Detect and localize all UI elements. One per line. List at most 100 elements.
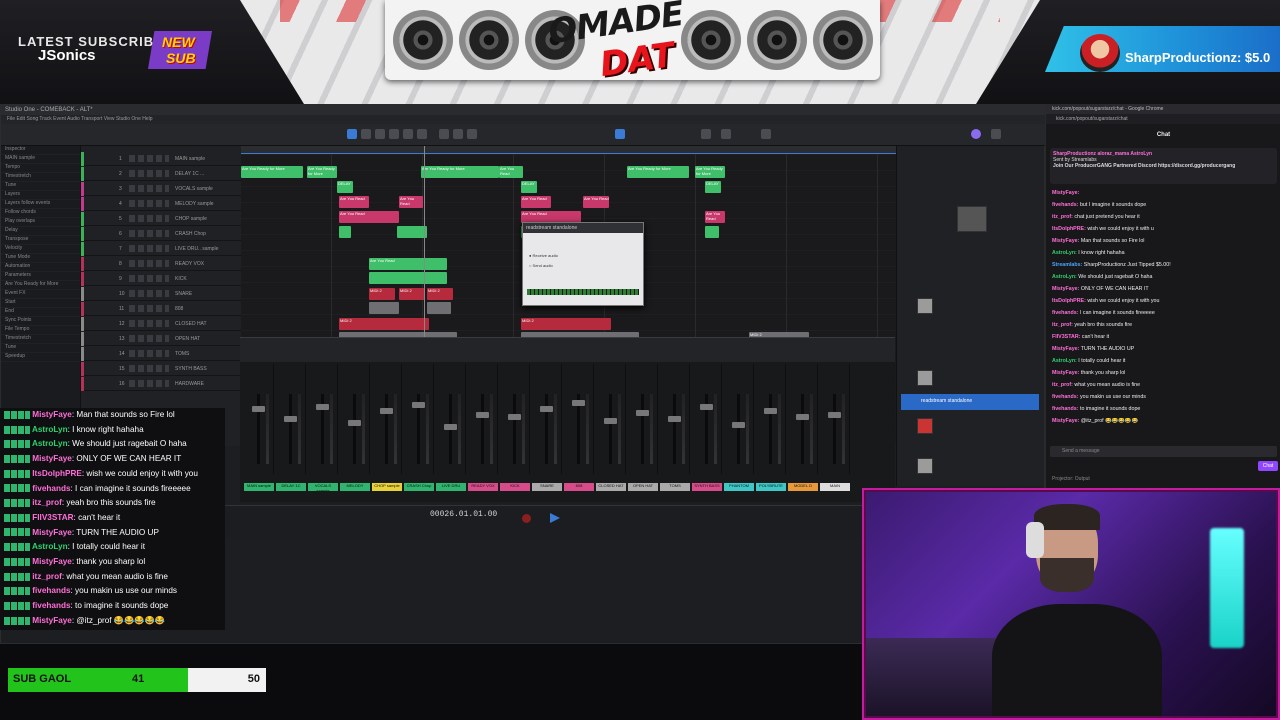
track-mute-solo-buttons[interactable] bbox=[129, 170, 169, 177]
fader-track[interactable] bbox=[385, 394, 388, 464]
track-header[interactable]: 12 CLOSED HAT bbox=[81, 317, 241, 331]
arrange-clip[interactable]: MIDI 2 bbox=[369, 288, 395, 300]
channel-label[interactable]: SYNTH BASS bbox=[692, 483, 722, 491]
track-header[interactable]: 10 SNARE bbox=[81, 287, 241, 301]
plugin-window[interactable]: readstream standalone ● Receive audio ○ … bbox=[522, 222, 644, 306]
fader-track[interactable] bbox=[833, 394, 836, 464]
fader-handle[interactable] bbox=[284, 416, 297, 422]
layout-icon[interactable] bbox=[761, 129, 771, 139]
record-button[interactable] bbox=[522, 514, 531, 523]
chat-username[interactable]: itz_prof: bbox=[1052, 382, 1073, 388]
channel-label[interactable]: OPEN HAT bbox=[628, 483, 658, 491]
track-mute-solo-buttons[interactable] bbox=[129, 260, 169, 267]
fader-handle[interactable] bbox=[668, 416, 681, 422]
track-mute-solo-buttons[interactable] bbox=[129, 200, 169, 207]
chat-username[interactable]: fivehands: bbox=[1052, 202, 1079, 208]
chat-username[interactable]: AstroLyn: bbox=[1052, 274, 1077, 280]
inspector-row[interactable]: Sync Points bbox=[1, 317, 80, 326]
track-header[interactable]: 9 KICK bbox=[81, 272, 241, 286]
chat-input[interactable]: Send a message bbox=[1050, 446, 1277, 457]
track-mute-solo-buttons[interactable] bbox=[129, 350, 169, 357]
chat-username[interactable]: FIIV3STAR: bbox=[1052, 334, 1080, 340]
inspector-row[interactable]: Timestretch bbox=[1, 335, 80, 344]
fader-track[interactable] bbox=[257, 394, 260, 464]
play-button[interactable] bbox=[550, 513, 560, 523]
timeline-ruler[interactable] bbox=[241, 146, 896, 154]
plugin-thumbnail[interactable] bbox=[917, 418, 933, 434]
track-header[interactable]: 4 MELODY sample bbox=[81, 197, 241, 211]
zoom-tool-icon[interactable] bbox=[467, 129, 477, 139]
channel-label[interactable]: MAIN sample bbox=[244, 483, 274, 491]
channel-label[interactable]: DELAY 1C bbox=[276, 483, 306, 491]
track-mute-solo-buttons[interactable] bbox=[129, 305, 169, 312]
channel-label[interactable]: PHANTOM bbox=[724, 483, 754, 491]
chat-username[interactable]: MistyFaye bbox=[30, 616, 72, 625]
chat-username[interactable]: ItsDolphPRE: bbox=[1052, 226, 1086, 232]
fader-handle[interactable] bbox=[572, 400, 585, 406]
track-header[interactable]: 6 CRASH Chop bbox=[81, 227, 241, 241]
track-header[interactable]: 8 READY VOX bbox=[81, 257, 241, 271]
arrange-clip[interactable]: Are You Read bbox=[705, 211, 725, 223]
arrange-clip[interactable]: DELAY bbox=[521, 181, 537, 193]
fader-handle[interactable] bbox=[764, 408, 777, 414]
chat-username[interactable]: MistyFaye: bbox=[1052, 418, 1079, 424]
inspector-row[interactable]: Transpose bbox=[1, 236, 80, 245]
fader-track[interactable] bbox=[353, 394, 356, 464]
arrange-clip[interactable] bbox=[369, 302, 399, 314]
fader-handle[interactable] bbox=[732, 422, 745, 428]
fader-handle[interactable] bbox=[252, 406, 265, 412]
range-tool-icon[interactable] bbox=[361, 129, 371, 139]
pinned-text[interactable]: Join Our ProducerGANG Partnered Discord … bbox=[1053, 163, 1274, 169]
inspector-row[interactable]: Speedup bbox=[1, 353, 80, 362]
inspector-row[interactable]: Inspector bbox=[1, 146, 80, 155]
plugin-option[interactable]: ○ Send audio bbox=[529, 263, 553, 268]
chat-username[interactable]: AstroLyn: bbox=[1052, 250, 1077, 256]
channel-label[interactable]: MAIN bbox=[820, 483, 850, 491]
channel-label[interactable]: TOMS bbox=[660, 483, 690, 491]
channel-label[interactable]: READY VOX bbox=[468, 483, 498, 491]
fader-handle[interactable] bbox=[828, 412, 841, 418]
chat-username[interactable]: MistyFaye: bbox=[1052, 190, 1079, 196]
track-header[interactable]: 13 OPEN HAT bbox=[81, 332, 241, 346]
arrow-tool-icon[interactable] bbox=[347, 129, 357, 139]
chat-username[interactable]: MistyFaye bbox=[30, 557, 72, 566]
track-mute-solo-buttons[interactable] bbox=[129, 275, 169, 282]
inspector-row[interactable]: End bbox=[1, 308, 80, 317]
plugin-thumbnail[interactable] bbox=[917, 370, 933, 386]
fader-handle[interactable] bbox=[700, 404, 713, 410]
track-header[interactable]: 11 808 bbox=[81, 302, 241, 316]
fader-track[interactable] bbox=[673, 394, 676, 464]
paint-tool-icon[interactable] bbox=[403, 129, 413, 139]
chat-username[interactable]: itz_prof bbox=[30, 498, 62, 507]
arrange-clip[interactable]: MIDI 2 bbox=[521, 318, 611, 330]
arrange-clip[interactable]: Are You Read bbox=[399, 196, 423, 208]
daw-menu-bar[interactable]: File Edit Song Track Event Audio Transpo… bbox=[1, 115, 1046, 124]
arrange-clip[interactable]: DELAY bbox=[337, 181, 353, 193]
chat-username[interactable]: fivehands bbox=[30, 586, 70, 595]
channel-label[interactable]: VOCALS sample bbox=[308, 483, 338, 491]
arrange-clip[interactable]: DELAY bbox=[705, 181, 721, 193]
inspector-row[interactable]: Event FX bbox=[1, 290, 80, 299]
track-mute-solo-buttons[interactable] bbox=[129, 365, 169, 372]
fader-track[interactable] bbox=[545, 394, 548, 464]
track-header[interactable]: 7 LIVE DRU.. sample bbox=[81, 242, 241, 256]
track-header[interactable]: 1 MAIN sample bbox=[81, 152, 241, 166]
fader-track[interactable] bbox=[289, 394, 292, 464]
fader-handle[interactable] bbox=[412, 402, 425, 408]
chat-username[interactable]: ItsDolphPRE: bbox=[1052, 298, 1086, 304]
track-mute-solo-buttons[interactable] bbox=[129, 230, 169, 237]
arrange-clip[interactable]: MIDI 2 bbox=[427, 288, 453, 300]
inspector-row[interactable]: Follow chords bbox=[1, 209, 80, 218]
grid-icon[interactable] bbox=[721, 129, 731, 139]
chat-send-button[interactable]: Chat bbox=[1258, 461, 1278, 471]
chat-username[interactable]: MistyFaye: bbox=[1052, 286, 1079, 292]
arrange-clip[interactable]: Are You Read bbox=[369, 258, 447, 270]
track-header[interactable]: 3 VOCALS sample bbox=[81, 182, 241, 196]
channel-label[interactable]: SNARE bbox=[532, 483, 562, 491]
fader-handle[interactable] bbox=[604, 418, 617, 424]
fader-handle[interactable] bbox=[508, 414, 521, 420]
chat-username[interactable]: FIIV3STAR bbox=[30, 513, 73, 522]
track-mute-solo-buttons[interactable] bbox=[129, 155, 169, 162]
chat-username[interactable]: AstroLyn bbox=[30, 542, 68, 551]
chat-username[interactable]: MistyFaye: bbox=[1052, 346, 1079, 352]
